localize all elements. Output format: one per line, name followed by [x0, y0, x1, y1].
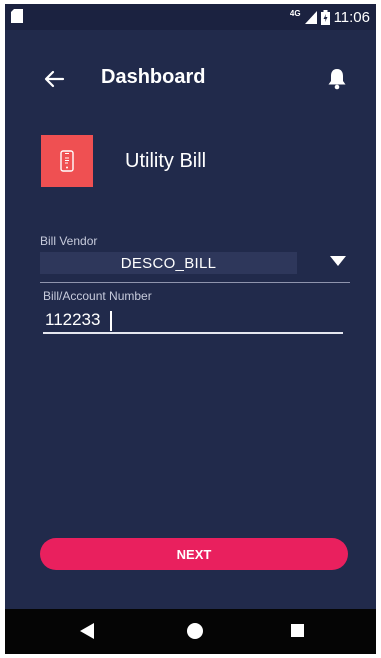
bell-icon[interactable] — [326, 67, 348, 91]
vendor-underline — [40, 282, 350, 283]
bill-vendor-value: DESCO_BILL — [40, 252, 297, 274]
status-right: 4G 11:06 — [290, 8, 370, 26]
status-bar: 4G 11:06 — [5, 4, 376, 30]
account-number-label: Bill/Account Number — [43, 289, 152, 303]
utility-bill-icon-tile — [41, 135, 93, 187]
caret-down-icon — [330, 256, 346, 266]
battery-icon — [320, 9, 330, 25]
text-cursor — [110, 311, 112, 331]
arrow-left-icon[interactable] — [43, 68, 65, 90]
nav-back-icon[interactable] — [80, 623, 94, 639]
phone-bill-icon — [60, 150, 74, 172]
app-screen: 4G 11:06 Dashboard Utility Bill Bill Ven… — [5, 4, 376, 654]
system-nav-bar — [5, 609, 376, 654]
next-button[interactable]: NEXT — [40, 538, 348, 570]
page-title: Dashboard — [101, 66, 206, 88]
section-title: Utility Bill — [125, 150, 207, 172]
account-number-input[interactable] — [43, 308, 343, 334]
nav-home-icon[interactable] — [187, 623, 203, 639]
bill-vendor-select[interactable]: DESCO_BILL — [40, 252, 350, 283]
signal-icon — [304, 10, 317, 24]
sim-card-icon — [11, 9, 23, 23]
app-header: Dashboard — [5, 30, 376, 130]
network-type: 4G — [289, 8, 301, 18]
nav-recents-icon[interactable] — [291, 624, 304, 637]
clock: 11:06 — [333, 8, 370, 26]
bill-vendor-label: Bill Vendor — [40, 234, 98, 248]
